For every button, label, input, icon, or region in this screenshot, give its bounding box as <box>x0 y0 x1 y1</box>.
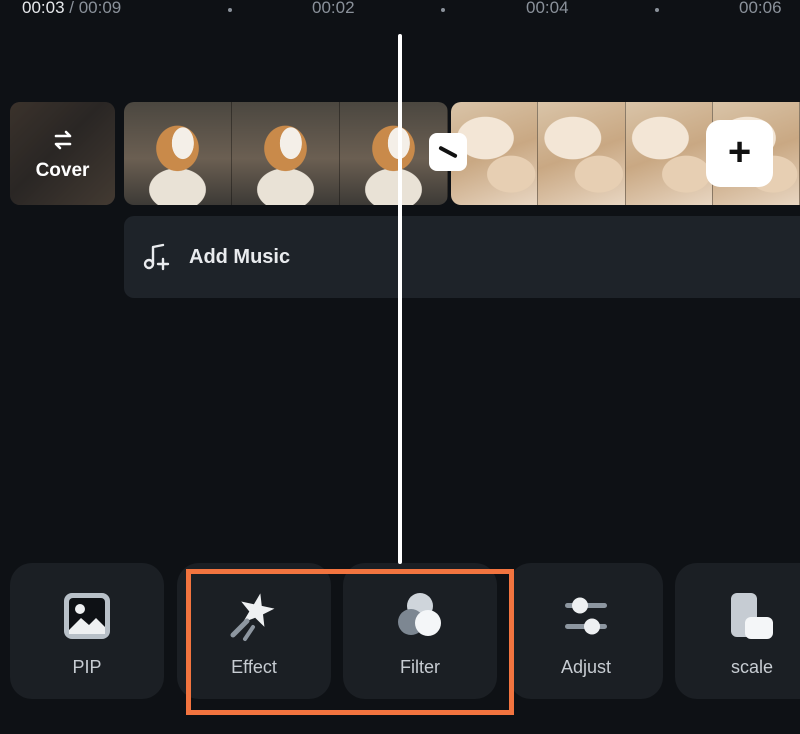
tool-effect-label: Effect <box>231 657 277 677</box>
total-time-value: 00:09 <box>78 0 122 17</box>
playhead[interactable] <box>398 34 402 564</box>
tool-scale-label: scale <box>730 657 774 677</box>
bottom-toolbar: PIP Effect Filter Adjust scale <box>0 563 800 701</box>
current-time: 00:03 / 00:09 <box>22 0 121 18</box>
tool-filter[interactable]: Filter <box>343 563 497 699</box>
image-icon <box>60 589 114 643</box>
ruler-mark-3: 00:06 <box>739 0 782 17</box>
tool-pip[interactable]: PIP <box>10 563 164 699</box>
clip-frame <box>232 102 340 205</box>
cover-thumbnail[interactable]: Cover <box>10 102 115 205</box>
add-music-label: Add Music <box>189 245 291 268</box>
clip-frame <box>538 102 626 205</box>
tool-scale[interactable]: scale <box>675 563 800 699</box>
time-separator: / <box>64 0 79 17</box>
plus-icon: + <box>727 129 752 174</box>
ruler-mark-2: 00:04 <box>526 0 569 17</box>
swap-arrows-icon <box>54 130 71 150</box>
tool-adjust-label: Adjust <box>560 657 612 677</box>
cover-label: Cover <box>35 160 90 181</box>
clip-frame <box>625 102 713 205</box>
music-plus-icon <box>143 243 170 271</box>
tool-pip-label: PIP <box>72 657 102 677</box>
tool-effect[interactable]: Effect <box>177 563 331 699</box>
sparkle-star-icon <box>227 589 281 643</box>
ruler-dot <box>228 8 232 12</box>
clip-frame <box>124 102 232 205</box>
transition-button[interactable] <box>429 133 467 171</box>
add-clip-button[interactable]: + <box>706 120 773 187</box>
add-music-track[interactable]: Add Music <box>124 216 800 298</box>
filter-circles-icon <box>393 589 447 643</box>
ruler-mark-1: 00:02 <box>312 0 355 17</box>
transition-icon <box>438 145 458 159</box>
ruler-dot <box>655 8 659 12</box>
ruler-dot <box>441 8 445 12</box>
scale-icon <box>725 589 779 643</box>
tool-filter-label: Filter <box>400 657 440 677</box>
sliders-icon <box>559 589 613 643</box>
current-time-value: 00:03 <box>22 0 65 17</box>
tool-adjust[interactable]: Adjust <box>509 563 663 699</box>
